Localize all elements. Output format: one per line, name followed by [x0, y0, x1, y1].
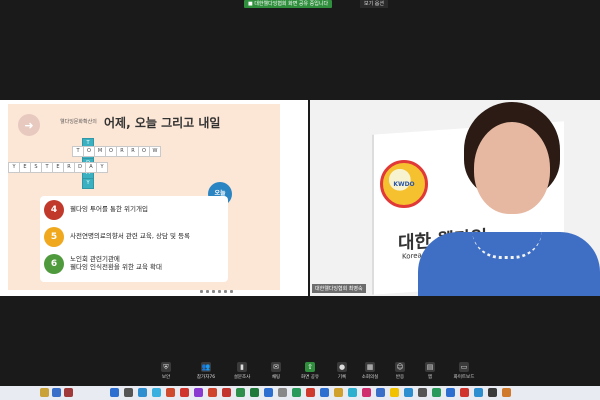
tomorrow-letters: T O M O R R O W	[72, 146, 161, 157]
participant-name-tag: 대한웰다잉협회 최영숙	[312, 284, 366, 293]
taskbar-app-icon[interactable]	[110, 388, 119, 397]
taskbar-app-icon[interactable]	[278, 388, 287, 397]
logo-text: KWDO	[393, 180, 415, 188]
speaker-video-tile[interactable]: KWDO 대한 웰다잉 Korean Well-Dying Org 대한웰다잉협…	[310, 100, 600, 296]
apps-icon: ▤	[425, 362, 435, 372]
speaker-face	[474, 122, 550, 214]
taskbar-app-icon[interactable]	[250, 388, 259, 397]
list-item: 5 사전연명의료의향서 관련 교육, 상담 및 등록	[44, 227, 228, 247]
taskbar-app-icon[interactable]	[152, 388, 161, 397]
breakout-icon: ▦	[365, 362, 375, 372]
slide-nav-dot[interactable]	[200, 290, 203, 293]
meeting-control-bar: ⛨ 보안 👥 참가자76 ▮ 설문조사 ✉ 채팅 ⇧ 화면 공유 ● 기록 ▦ 소회의실 ☺ 반…	[0, 360, 600, 386]
taskbar-app-icon[interactable]	[474, 388, 483, 397]
item-number: 6	[44, 254, 64, 274]
taskbar-app-icon[interactable]	[222, 388, 231, 397]
record-icon: ●	[337, 362, 347, 372]
meeting-stage: ➜ 웰다잉문화확산의 어제, 오늘 그리고 내일 T O D A Y T O M…	[0, 100, 600, 296]
chat-icon: ✉	[271, 362, 281, 372]
item-number: 5	[44, 227, 64, 247]
list-item: 4 웰다잉 투어를 통한 위기개입	[44, 200, 228, 220]
taskbar-app-icon[interactable]	[40, 388, 49, 397]
item-text: 사전연명의료의향서 관련 교육, 상담 및 등록	[70, 232, 191, 240]
os-taskbar	[0, 386, 600, 400]
taskbar-app-icon[interactable]	[292, 388, 301, 397]
item-text-line: 웰다잉 인식전환을 위한 교육 확대	[70, 262, 162, 271]
whiteboard-icon: ▭	[459, 362, 469, 372]
taskbar-app-icon[interactable]	[502, 388, 511, 397]
slide-navigation[interactable]	[200, 290, 300, 294]
taskbar-app-icon[interactable]	[124, 388, 133, 397]
organization-logo: KWDO	[380, 160, 428, 208]
taskbar-app-icon[interactable]	[52, 388, 61, 397]
taskbar-app-icon[interactable]	[166, 388, 175, 397]
screen-share-banner[interactable]: ■ 대한웰다잉협회 화면 공유 중입니다	[244, 0, 333, 8]
list-item: 6 노인회 관련기관에 웰다잉 인식전환을 위한 교육 확대	[44, 254, 228, 274]
taskbar-app-icon[interactable]	[362, 388, 371, 397]
letter-cell: W	[149, 146, 161, 157]
taskbar-app-icon[interactable]	[334, 388, 343, 397]
taskbar-app-icon[interactable]	[390, 388, 399, 397]
slide-nav-dot[interactable]	[218, 290, 221, 293]
taskbar-app-icon[interactable]	[418, 388, 427, 397]
taskbar-app-icon[interactable]	[488, 388, 497, 397]
taskbar-app-icon[interactable]	[348, 388, 357, 397]
taskbar-app-icon[interactable]	[306, 388, 315, 397]
participants-count: 76	[209, 375, 216, 380]
letter-cell: Y	[82, 178, 94, 189]
poll-icon: ▮	[237, 362, 247, 372]
roadmap-card: 4 웰다잉 투어를 통한 위기개입 5 사전연명의료의향서 관련 교육, 상담 …	[40, 196, 228, 282]
taskbar-app-icon[interactable]	[432, 388, 441, 397]
taskbar-app-icon[interactable]	[208, 388, 217, 397]
taskbar-app-icon[interactable]	[446, 388, 455, 397]
taskbar-app-icon[interactable]	[236, 388, 245, 397]
presentation-slide: ➜ 웰다잉문화확산의 어제, 오늘 그리고 내일 T O D A Y T O M…	[8, 104, 280, 290]
slide-title: 어제, 오늘 그리고 내일	[104, 116, 221, 130]
shield-icon: ⛨	[161, 362, 171, 372]
taskbar-app-icon[interactable]	[64, 388, 73, 397]
slide-nav-dot[interactable]	[212, 290, 215, 293]
taskbar-app-icon[interactable]	[460, 388, 469, 397]
letter-cell: Y	[96, 162, 108, 173]
slide-nav-dot[interactable]	[206, 290, 209, 293]
taskbar-app-icon[interactable]	[180, 388, 189, 397]
view-options-button[interactable]: 보기 옵션	[360, 0, 388, 8]
taskbar-app-icon[interactable]	[264, 388, 273, 397]
whiteboard-button[interactable]: ▭ 화이트보드	[444, 362, 484, 380]
item-number: 4	[44, 200, 64, 220]
slide-nav-dot[interactable]	[230, 290, 233, 293]
meeting-top-bar: ■ 대한웰다잉협회 화면 공유 중입니다 보기 옵션	[0, 0, 600, 10]
yesterday-letters: Y E S T E R D A Y	[8, 162, 108, 173]
taskbar-app-icon[interactable]	[138, 388, 147, 397]
taskbar-app-icon[interactable]	[404, 388, 413, 397]
taskbar-app-icon[interactable]	[194, 388, 203, 397]
shared-screen-panel: ➜ 웰다잉문화확산의 어제, 오늘 그리고 내일 T O D A Y T O M…	[0, 100, 308, 296]
slide-kicker: 웰다잉문화확산의	[60, 119, 97, 125]
item-text: 웰다잉 투어를 통한 위기개입	[70, 205, 148, 213]
reaction-icon: ☺	[395, 362, 405, 372]
participants-button[interactable]: 👥 참가자76	[186, 362, 226, 380]
share-screen-icon: ⇧	[305, 362, 315, 372]
security-button[interactable]: ⛨ 보안	[146, 362, 186, 380]
slide-nav-dot[interactable]	[224, 290, 227, 293]
taskbar-app-icon[interactable]	[320, 388, 329, 397]
item-text: 노인회 관련기관에 웰다잉 인식전환을 위한 교육 확대	[70, 255, 162, 271]
arrow-right-icon: ➜	[18, 114, 40, 136]
participants-icon: 👥	[201, 362, 211, 372]
taskbar-app-icon[interactable]	[376, 388, 385, 397]
slide-header: ➜ 웰다잉문화확산의 어제, 오늘 그리고 내일	[8, 112, 280, 138]
